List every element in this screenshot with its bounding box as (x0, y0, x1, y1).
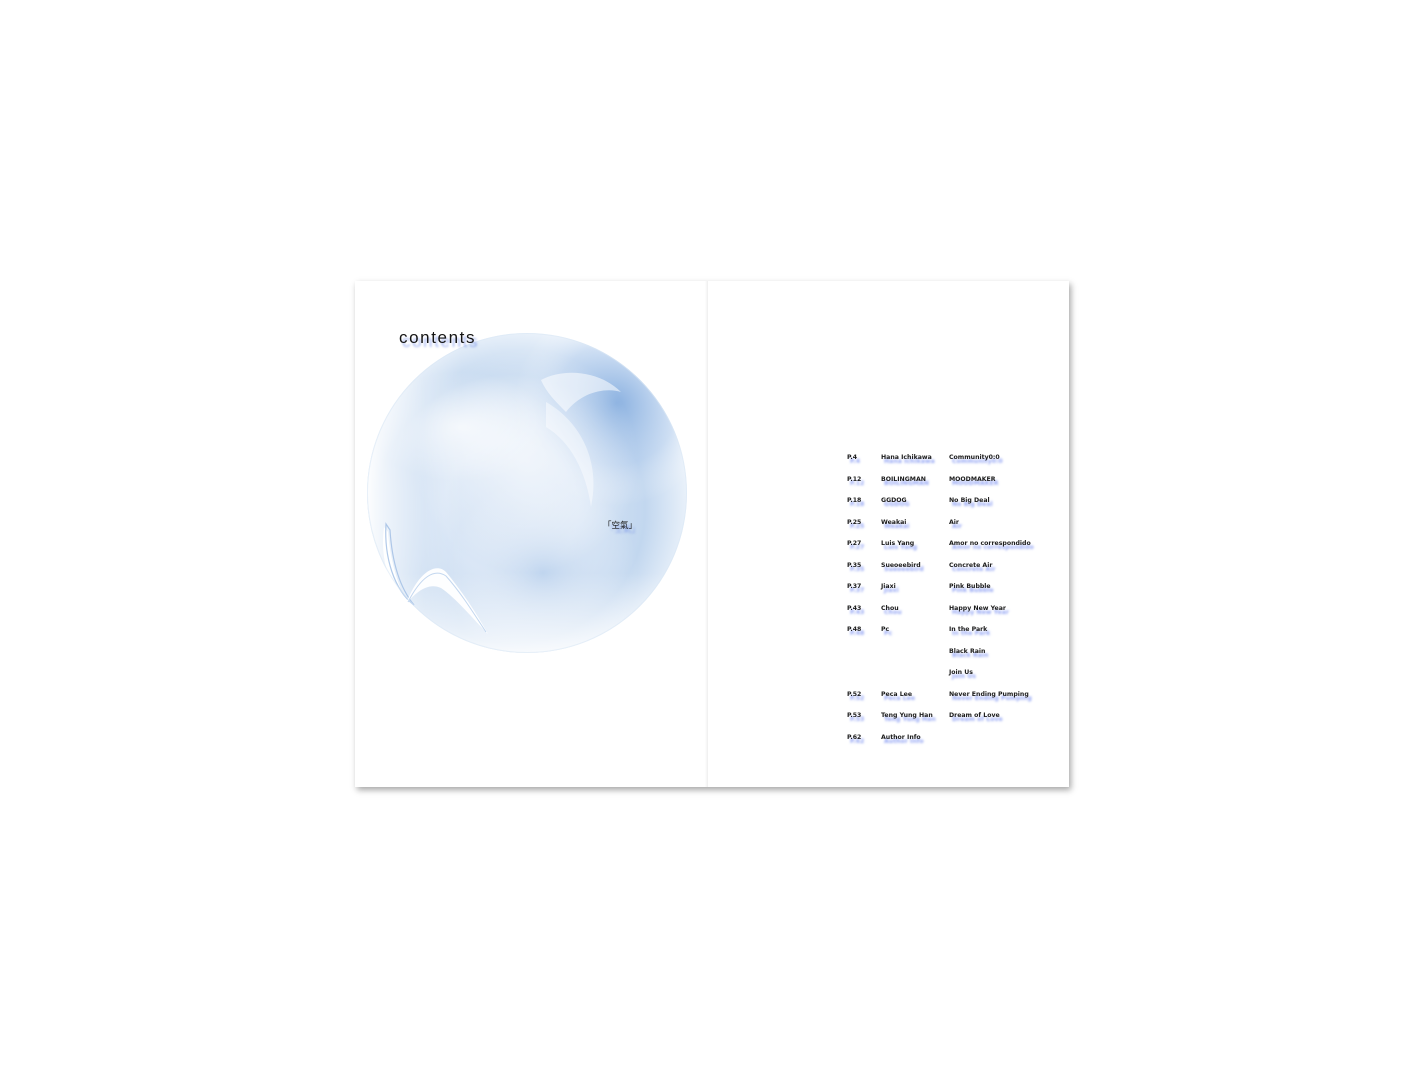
toc-row: P.4 Hana Ichikawa Community0:0 (847, 454, 1057, 476)
toc-title: Black Rain (949, 647, 986, 655)
toc-row: P.27 Luis Yang Amor no correspondido (847, 540, 1057, 562)
toc-author: Peca Lee (881, 690, 913, 698)
toc-author: Chou (881, 604, 899, 612)
air-bubble-illustration (367, 333, 687, 653)
toc-row: P.25 Weakai Air (847, 519, 1057, 541)
toc-row: P.18 GGDOG No Big Deal (847, 497, 1057, 519)
toc-page-number: P.37 (847, 583, 862, 590)
toc-title: Pink Bubble (949, 583, 991, 590)
toc-title: Concrete Air (949, 561, 993, 569)
toc-row: Black Rain (847, 648, 1057, 670)
toc-row: P.62 Author Info (847, 734, 1057, 756)
toc-page-number: P.18 (847, 497, 862, 504)
toc-row: P.53 Teng Yung Han Dream of Love (847, 712, 1057, 734)
toc-row: P.52 Peca Lee Never Ending Pumping (847, 691, 1057, 713)
toc-page-number: P.52 (847, 690, 862, 698)
toc-author: Sueoeebird (881, 561, 921, 569)
toc-author: Luis Yang (881, 540, 915, 547)
toc-title: MOODMAKER (949, 475, 996, 483)
toc-row: Join Us (847, 669, 1057, 691)
toc-author: Author Info (881, 733, 921, 741)
toc-author: Hana Ichikawa (881, 454, 932, 461)
toc-title: No Big Deal (949, 497, 990, 504)
toc-page-number: P.48 (847, 626, 862, 633)
toc-title: In the Park (949, 626, 988, 633)
toc-page-number: P.62 (847, 733, 862, 741)
toc-title: Amor no correspondido (949, 540, 1031, 547)
toc-title: Happy New Year (949, 604, 1006, 612)
contents-heading: contents (399, 328, 477, 347)
toc-title: Community0:0 (949, 454, 1000, 461)
toc-page-number: P.53 (847, 712, 862, 719)
toc-title: Never Ending Pumping (949, 690, 1029, 698)
toc-author: Jiaxi (881, 583, 896, 590)
toc-page-number: P.35 (847, 561, 862, 569)
toc-row: P.12 BOILINGMAN MOODMAKER (847, 476, 1057, 498)
toc-page-number: P.12 (847, 475, 862, 483)
toc-page-number: P.43 (847, 604, 862, 612)
toc-row: P.35 Sueoeebird Concrete Air (847, 562, 1057, 584)
toc-author: Teng Yung Han (881, 712, 933, 719)
section-label: 「空氣」 (603, 521, 638, 531)
toc-row: P.37 Jiaxi Pink Bubble (847, 583, 1057, 605)
toc-row: P.48 Pc In the Park (847, 626, 1057, 648)
toc-author: GGDOG (881, 497, 907, 504)
toc-row: P.43 Chou Happy New Year (847, 605, 1057, 627)
toc-title: Air (949, 518, 959, 526)
right-page: P.4 Hana Ichikawa Community0:0 P.12 BOIL… (708, 281, 1069, 787)
toc-page-number: P.27 (847, 540, 862, 547)
toc-page-number: P.4 (847, 454, 858, 461)
toc-author: Weakai (881, 518, 907, 526)
toc-page-number: P.25 (847, 518, 862, 526)
toc-author: Pc (881, 626, 890, 633)
magazine-spread: contents 「空氣」 P.4 Hana Ichikawa Communit… (355, 281, 1069, 787)
table-of-contents: P.4 Hana Ichikawa Community0:0 P.12 BOIL… (847, 454, 1057, 755)
toc-title: Join Us (949, 669, 973, 676)
left-page: contents 「空氣」 (355, 281, 708, 787)
toc-author: BOILINGMAN (881, 475, 926, 483)
toc-title: Dream of Love (949, 712, 1000, 719)
